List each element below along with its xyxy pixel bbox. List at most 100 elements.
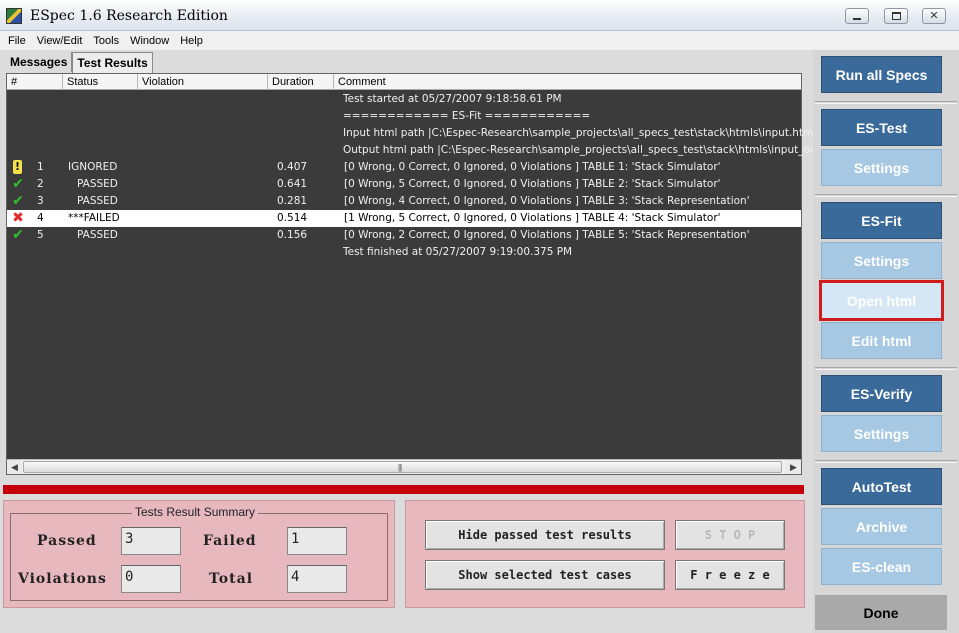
column-header-number[interactable]: # xyxy=(7,74,63,90)
es-verify-button[interactable]: ES-Verify xyxy=(821,375,942,412)
es-fit-settings-button[interactable]: Settings xyxy=(821,242,942,279)
divider xyxy=(815,101,957,104)
check-icon: ✔ xyxy=(12,227,24,243)
scroll-thumb[interactable]: ||| xyxy=(23,461,782,473)
tab-test-results[interactable]: Test Results xyxy=(72,52,153,73)
passed-count-field: 3 xyxy=(121,527,181,555)
window-title: ESpec 1.6 Research Edition xyxy=(30,8,228,24)
column-header-duration[interactable]: Duration xyxy=(268,74,334,90)
row-number: 2 xyxy=(37,178,44,190)
edit-html-button[interactable]: Edit html xyxy=(821,322,942,359)
row-duration: 0.407 xyxy=(277,161,308,173)
summary-panel: Tests Result Summary Passed 3 Failed 1 V… xyxy=(3,500,395,608)
warning-icon: ! xyxy=(13,160,22,174)
column-header-status[interactable]: Status xyxy=(63,74,138,90)
log-line: Test finished at 05/27/2007 9:19:00.375 … xyxy=(343,246,573,258)
log-line: Output html path |C:\Espec-Research\samp… xyxy=(343,144,827,156)
main-panel: Messages Test Results # Status Violation… xyxy=(0,50,827,633)
row-status: ***FAILED xyxy=(68,212,120,224)
maximize-button[interactable] xyxy=(884,8,908,24)
result-row-selected[interactable]: ✖ 4 ***FAILED 0.514 [1 Wrong, 5 Correct,… xyxy=(7,210,801,227)
done-button[interactable]: Done xyxy=(815,595,947,630)
log-line: ============ ES-Fit ============ xyxy=(343,110,591,122)
column-header-violation[interactable]: Violation xyxy=(138,74,268,90)
horizontal-scrollbar[interactable]: ◀ ||| ▶ xyxy=(7,459,801,474)
row-duration: 0.641 xyxy=(277,178,308,190)
menu-window[interactable]: Window xyxy=(130,35,169,47)
results-header: # Status Violation Duration Comment xyxy=(7,74,801,90)
row-number: 4 xyxy=(37,212,44,224)
show-selected-button[interactable]: Show selected test cases xyxy=(425,560,665,590)
violations-label: Violations xyxy=(18,571,107,587)
menu-tools[interactable]: Tools xyxy=(93,35,119,47)
app-icon xyxy=(6,8,22,24)
log-line: Test started at 05/27/2007 9:18:58.61 PM xyxy=(343,93,562,105)
minimize-button[interactable] xyxy=(845,8,869,24)
result-row[interactable]: ✔ 3 PASSED 0.281 [0 Wrong, 4 Correct, 0 … xyxy=(7,193,801,210)
scroll-grip-icon: ||| xyxy=(398,463,402,472)
tab-messages[interactable]: Messages xyxy=(6,52,73,72)
row-comment: [0 Wrong, 0 Correct, 0 Ignored, 0 Violat… xyxy=(344,161,721,173)
row-duration: 0.514 xyxy=(277,212,308,224)
row-status: PASSED xyxy=(77,229,118,241)
row-comment: [0 Wrong, 5 Correct, 0 Ignored, 0 Violat… xyxy=(344,178,721,190)
check-icon: ✔ xyxy=(12,176,24,192)
row-number: 1 xyxy=(37,161,44,173)
autotest-button[interactable]: AutoTest xyxy=(821,468,942,505)
failure-status-bar xyxy=(3,485,804,494)
hide-passed-button[interactable]: Hide passed test results xyxy=(425,520,665,550)
violations-count-field: 0 xyxy=(121,565,181,593)
row-number: 5 xyxy=(37,229,44,241)
total-count-field: 4 xyxy=(287,565,347,593)
es-verify-settings-button[interactable]: Settings xyxy=(821,415,942,452)
menu-help[interactable]: Help xyxy=(180,35,203,47)
row-duration: 0.281 xyxy=(277,195,308,207)
row-comment: [0 Wrong, 2 Correct, 0 Ignored, 0 Violat… xyxy=(344,229,750,241)
total-label: Total xyxy=(209,571,254,587)
title-bar: ESpec 1.6 Research Edition ✕ xyxy=(0,0,959,31)
row-duration: 0.156 xyxy=(277,229,308,241)
es-test-button[interactable]: ES-Test xyxy=(821,109,942,146)
row-number: 3 xyxy=(37,195,44,207)
tab-bar: Messages Test Results xyxy=(6,52,153,73)
column-header-comment[interactable]: Comment xyxy=(334,74,801,90)
failed-count-field: 1 xyxy=(287,527,347,555)
divider xyxy=(815,367,957,370)
open-html-button[interactable]: Open html xyxy=(819,280,944,321)
results-table: # Status Violation Duration Comment Test… xyxy=(6,73,827,475)
summary-title: Tests Result Summary xyxy=(132,505,259,519)
menu-view-edit[interactable]: View/Edit xyxy=(37,35,83,47)
row-status: PASSED xyxy=(77,195,118,207)
passed-label: Passed xyxy=(37,533,97,549)
failed-x-icon: ✖ xyxy=(12,210,24,226)
minimize-icon xyxy=(853,17,861,20)
log-line: Input html path |C:\Espec-Research\sampl… xyxy=(343,127,817,139)
scroll-left-icon[interactable]: ◀ xyxy=(7,460,22,474)
result-row[interactable]: ✔ 5 PASSED 0.156 [0 Wrong, 2 Correct, 0 … xyxy=(7,227,801,244)
check-icon: ✔ xyxy=(12,193,24,209)
row-status: IGNORED xyxy=(68,161,118,173)
result-row[interactable]: ✔ 2 PASSED 0.641 [0 Wrong, 5 Correct, 0 … xyxy=(7,176,801,193)
es-fit-button[interactable]: ES-Fit xyxy=(821,202,942,239)
row-comment: [1 Wrong, 5 Correct, 0 Ignored, 0 Violat… xyxy=(344,212,721,224)
menu-file[interactable]: File xyxy=(8,35,26,47)
es-clean-button[interactable]: ES-clean xyxy=(821,548,942,585)
freeze-button[interactable]: F r e e z e xyxy=(675,560,785,590)
stop-button[interactable]: S T O P xyxy=(675,520,785,550)
scroll-right-icon[interactable]: ▶ xyxy=(786,460,801,474)
row-status: PASSED xyxy=(77,178,118,190)
action-sidebar: Run all Specs ES-Test Settings ES-Fit Se… xyxy=(813,50,959,633)
failed-label: Failed xyxy=(203,533,257,549)
run-all-specs-button[interactable]: Run all Specs xyxy=(821,56,942,93)
divider xyxy=(815,460,957,463)
maximize-icon xyxy=(891,12,901,20)
close-icon: ✕ xyxy=(929,9,939,22)
result-row[interactable]: ! 1 IGNORED 0.407 [0 Wrong, 0 Correct, 0… xyxy=(7,159,801,176)
archive-button[interactable]: Archive xyxy=(821,508,942,545)
es-test-settings-button[interactable]: Settings xyxy=(821,149,942,186)
results-body: Test started at 05/27/2007 9:18:58.61 PM… xyxy=(7,91,827,459)
menu-bar: File View/Edit Tools Window Help xyxy=(0,31,959,50)
row-comment: [0 Wrong, 4 Correct, 0 Ignored, 0 Violat… xyxy=(344,195,750,207)
controls-panel: Hide passed test results S T O P Show se… xyxy=(405,500,805,608)
close-button[interactable]: ✕ xyxy=(922,8,946,24)
